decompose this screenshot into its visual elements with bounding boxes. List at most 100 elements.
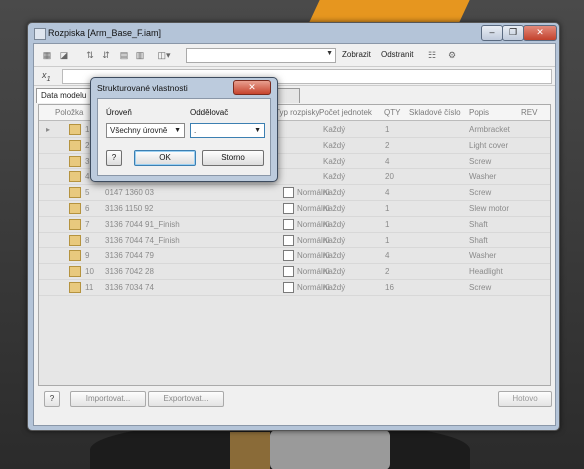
sort-icon[interactable]: ⇅ xyxy=(84,49,96,61)
dialog-close-button[interactable]: ✕ xyxy=(233,80,271,95)
cell-qty: 1 xyxy=(385,204,390,213)
table-row[interactable]: 9 3136 7044 79 Normální Každý 4 Washer xyxy=(39,247,550,265)
cell-qty: 2 xyxy=(385,140,390,150)
cell-part-number: 3136 7044 74_Finish xyxy=(105,235,180,245)
settings-icon[interactable]: ⚙ xyxy=(446,49,458,61)
export-icon[interactable]: ▥ xyxy=(134,49,146,61)
cell-qty: 1 xyxy=(385,219,390,229)
dialog-help-button[interactable]: ? xyxy=(106,150,122,166)
zobrazit-button[interactable]: Zobrazit xyxy=(342,50,371,59)
part-icon xyxy=(69,282,81,293)
part-icon xyxy=(69,187,81,199)
help-button[interactable]: ? xyxy=(44,391,60,407)
bottom-bar: ? Importovat... Exportovat... Hotovo xyxy=(34,387,555,423)
cell-part-number: 3136 7042 28 xyxy=(105,267,154,277)
cell-unit: Každý xyxy=(323,125,346,134)
cancel-button[interactable]: Storno xyxy=(202,150,264,166)
table-row[interactable]: 11 3136 7034 74 Normální Každý 16 Screw xyxy=(39,279,550,296)
cell-item: 1 xyxy=(85,125,90,134)
col-polozka[interactable]: Položka xyxy=(55,108,83,117)
filter-combo[interactable]: ▼ xyxy=(186,48,336,63)
bom-structure-icon xyxy=(283,203,294,214)
minimize-button[interactable]: – xyxy=(481,25,503,41)
cell-part-number: 0147 1360 03 xyxy=(105,188,154,198)
table-row[interactable]: 7 3136 7044 91_Finish Normální Každý 1 Shaft xyxy=(39,216,550,233)
part-icon xyxy=(69,234,81,246)
cell-unit: Každý xyxy=(323,156,346,166)
cell-description: Shaft xyxy=(469,219,488,229)
col-part-number[interactable]: Skladové číslo xyxy=(409,108,461,117)
cell-qty: 1 xyxy=(385,125,390,134)
table-row[interactable]: 6 3136 1150 92 Normální Každý 1 Slew motor xyxy=(39,200,550,217)
col-rev[interactable]: REV xyxy=(521,108,537,117)
table-row[interactable]: 10 3136 7042 28 Normální Každý 2 Headlight xyxy=(39,263,550,280)
part-icon xyxy=(69,203,81,214)
cell-item: 7 xyxy=(85,219,90,229)
odstranit-button[interactable]: Odstranit xyxy=(381,50,413,59)
separator-label: Oddělovač xyxy=(190,108,229,117)
cell-item: 9 xyxy=(85,251,90,261)
ok-button[interactable]: OK xyxy=(134,150,196,166)
part-icon xyxy=(69,250,81,262)
grid-view-icon[interactable]: ▦ xyxy=(41,49,53,61)
cell-item: 4 xyxy=(85,172,90,182)
cell-qty: 4 xyxy=(385,188,390,198)
col-unit[interactable]: Počet jednotek xyxy=(319,108,372,117)
part-icon xyxy=(69,171,81,183)
level-select[interactable]: Všechny úrovně ▼ xyxy=(106,123,185,138)
cell-item: 2 xyxy=(85,140,90,150)
cell-part-number: 3136 7044 79 xyxy=(105,251,154,261)
table-row[interactable]: 8 3136 7044 74_Finish Normální Každý 1 Shaft xyxy=(39,232,550,249)
eraser-icon[interactable]: ◪ xyxy=(58,49,70,61)
cell-unit: Každý xyxy=(323,251,346,261)
app-icon xyxy=(34,28,46,40)
col-qty[interactable]: QTY xyxy=(384,108,400,117)
part-icon xyxy=(69,124,81,135)
window-close-button[interactable]: ✕ xyxy=(523,25,557,41)
chevron-down-icon: ▼ xyxy=(174,127,181,134)
done-button[interactable]: Hotovo xyxy=(498,391,552,407)
cell-description: Light cover xyxy=(469,140,509,150)
window-title: Rozpiska [Arm_Base_F.iam] xyxy=(48,28,162,38)
title-bar[interactable]: Rozpiska [Arm_Base_F.iam] – ❐ ✕ xyxy=(28,23,559,43)
chevron-down-icon: ▼ xyxy=(326,50,333,57)
row-selector-icon: ▸ xyxy=(46,125,51,134)
bom-structure-icon xyxy=(283,282,294,293)
cell-item: 3 xyxy=(85,156,90,166)
cell-qty: 2 xyxy=(385,267,390,277)
import-button[interactable]: Importovat... xyxy=(70,391,146,407)
dialog-body: Úroveň Oddělovač Všechny úrovně ▼ . ▼ ? … xyxy=(97,98,271,176)
separator-select[interactable]: . ▼ xyxy=(190,123,265,138)
cell-unit: Každý xyxy=(323,219,346,229)
cell-qty: 20 xyxy=(385,172,394,182)
cell-description: Armbracket xyxy=(469,125,510,134)
bom-structure-icon xyxy=(283,266,294,278)
renumber-icon[interactable]: ▤ xyxy=(118,49,130,61)
separator-select-value: . xyxy=(194,126,197,135)
export-button[interactable]: Exportovat... xyxy=(148,391,224,407)
table-row[interactable]: 5 0147 1360 03 Normální Každý 4 Screw xyxy=(39,184,550,201)
structured-properties-dialog: Strukturované vlastnosti ✕ Úroveň Oddělo… xyxy=(90,77,278,182)
col-bom-type[interactable]: Typ rozpisky xyxy=(275,108,319,117)
cell-unit: Každý xyxy=(323,172,346,182)
part-icon xyxy=(69,155,81,167)
col-description[interactable]: Popis xyxy=(469,108,489,117)
cell-unit: Každý xyxy=(323,204,346,213)
cell-unit: Každý xyxy=(323,140,346,150)
cell-part-number: 3136 1150 92 xyxy=(105,204,154,213)
tab-model-data[interactable]: Data modelu xyxy=(36,88,92,103)
bom-structure-icon xyxy=(283,187,294,199)
cell-item: 6 xyxy=(85,204,90,213)
level-select-value: Všechny úrovně xyxy=(110,126,168,135)
bom-structure-icon xyxy=(283,218,294,230)
bom-structure-icon xyxy=(283,250,294,262)
sort-desc-icon[interactable]: ⇵ xyxy=(100,49,112,61)
structure-icon[interactable]: ☷ xyxy=(426,49,438,61)
chevron-down-icon: ▼ xyxy=(254,127,261,134)
bom-structure-icon xyxy=(283,234,294,246)
cell-item: 8 xyxy=(85,235,90,245)
cell-qty: 16 xyxy=(385,283,394,292)
maximize-button[interactable]: ❐ xyxy=(502,25,524,41)
view-options-icon[interactable]: ◫▾ xyxy=(154,49,174,61)
part-icon xyxy=(69,266,81,278)
